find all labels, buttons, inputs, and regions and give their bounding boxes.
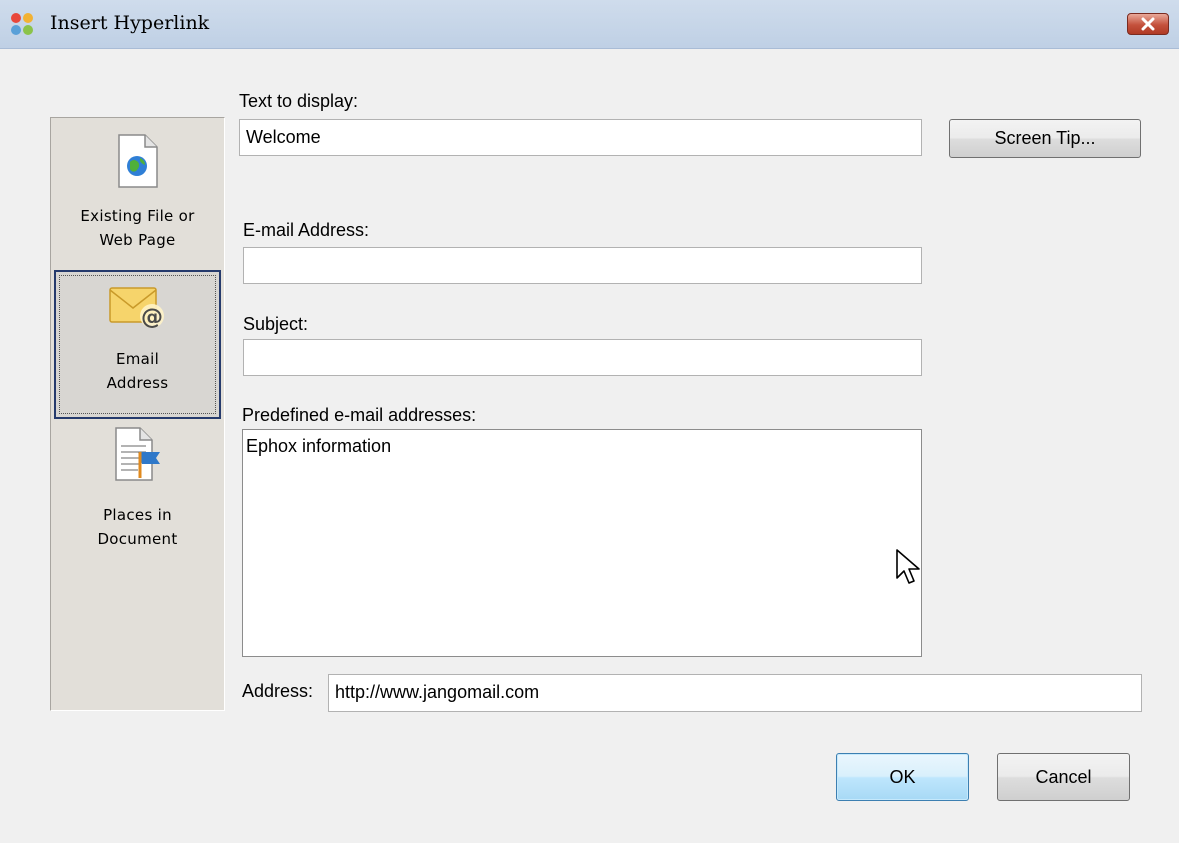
nav-item-existing-file[interactable]: Existing File or Web Page (54, 126, 221, 276)
address-input[interactable]: http://www.jangomail.com (328, 674, 1142, 712)
ok-button[interactable]: OK (836, 753, 969, 801)
nav-item-label: Places in Document (97, 506, 178, 548)
email-address-label: E-mail Address: (243, 220, 370, 240)
svg-text:@: @ (141, 305, 163, 330)
list-item[interactable]: Ephox information (246, 436, 918, 457)
text-to-display-label: Text to display: (239, 91, 359, 111)
nav-item-places-in-document[interactable]: Places in Document (54, 426, 221, 566)
text-to-display-input[interactable]: Welcome (239, 119, 922, 156)
close-button[interactable] (1127, 13, 1169, 35)
nav-item-email-address[interactable]: @ Email Address (54, 270, 221, 419)
address-label: Address: (242, 681, 314, 701)
title-bar[interactable]: Insert Hyperlink (0, 0, 1179, 49)
close-icon (1141, 17, 1155, 31)
nav-item-label: Existing File or Web Page (80, 207, 195, 249)
predefined-addresses-label: Predefined e-mail addresses: (242, 405, 477, 425)
email-address-input[interactable] (243, 247, 922, 284)
mouse-cursor-icon (896, 549, 920, 584)
link-type-panel: Existing File or Web Page @ Email Addres… (50, 117, 225, 711)
nav-item-label: Email Address (106, 350, 169, 392)
window-title: Insert Hyperlink (50, 12, 210, 34)
email-envelope-icon: @ (108, 287, 164, 330)
app-logo-icon (10, 12, 34, 36)
document-bookmark-icon (114, 427, 160, 481)
cancel-button[interactable]: Cancel (997, 753, 1130, 801)
subject-input[interactable] (243, 339, 922, 376)
screen-tip-button[interactable]: Screen Tip... (949, 119, 1141, 158)
subject-label: Subject: (243, 314, 309, 334)
globe-document-icon (117, 134, 158, 188)
predefined-addresses-list[interactable]: Ephox information (242, 429, 922, 657)
